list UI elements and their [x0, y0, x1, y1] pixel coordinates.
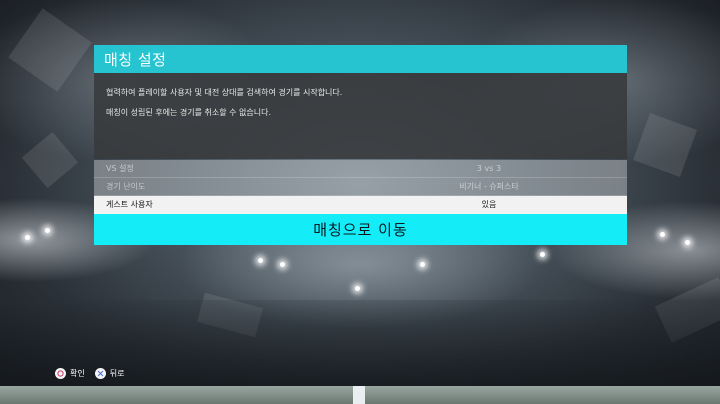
matching-settings-dialog: 매칭 설정 협력하여 플레이할 사용자 및 대전 상대를 검색하여 경기를 시작…	[94, 45, 627, 245]
setting-value: 있음	[481, 200, 497, 209]
setting-row-vs: VS 설정 3 vs 3	[94, 160, 627, 178]
setting-label: 경기 난이도	[106, 182, 146, 191]
setting-row-difficulty: 경기 난이도 비기너 - 슈퍼스타	[94, 178, 627, 196]
stadium-light	[25, 235, 30, 240]
stadium-light	[45, 228, 50, 233]
setting-label: 게스트 사용자	[106, 200, 153, 209]
settings-list: VS 설정 3 vs 3 경기 난이도 비기너 - 슈퍼스타 게스트 사용자 있…	[94, 160, 627, 214]
setting-row-guest-user[interactable]: 게스트 사용자 있음	[94, 196, 627, 214]
setting-value: 3 vs 3	[476, 164, 502, 173]
button-hints: 확인 뒤로	[55, 368, 134, 379]
stadium-light	[685, 240, 690, 245]
cross-button-icon	[94, 368, 106, 379]
confirm-hint[interactable]: 확인	[55, 368, 85, 379]
description-line: 매칭이 성립된 후에는 경기를 취소할 수 없습니다.	[106, 108, 271, 117]
pitch-line	[353, 386, 365, 404]
back-hint[interactable]: 뒤로	[94, 368, 125, 379]
go-to-matching-button[interactable]: 매칭으로 이동	[94, 214, 627, 245]
stadium-light	[258, 258, 263, 263]
circle-button-icon	[55, 368, 66, 379]
setting-label: VS 설정	[106, 164, 134, 173]
back-label: 뒤로	[109, 369, 125, 378]
dialog-title: 매칭 설정	[94, 45, 627, 73]
stadium-light	[280, 262, 285, 267]
stadium-light	[660, 232, 665, 237]
stadium-light	[540, 252, 545, 257]
stadium-light	[420, 262, 425, 267]
dialog-description: 협력하여 플레이할 사용자 및 대전 상대를 검색하여 경기를 시작합니다. 매…	[94, 73, 627, 159]
stadium-light	[355, 286, 360, 291]
game-screen: 매칭 설정 협력하여 플레이할 사용자 및 대전 상대를 검색하여 경기를 시작…	[0, 0, 720, 404]
description-line: 협력하여 플레이할 사용자 및 대전 상대를 검색하여 경기를 시작합니다.	[106, 88, 343, 97]
confirm-label: 확인	[70, 369, 85, 378]
setting-value: 비기너 - 슈퍼스타	[459, 182, 519, 191]
